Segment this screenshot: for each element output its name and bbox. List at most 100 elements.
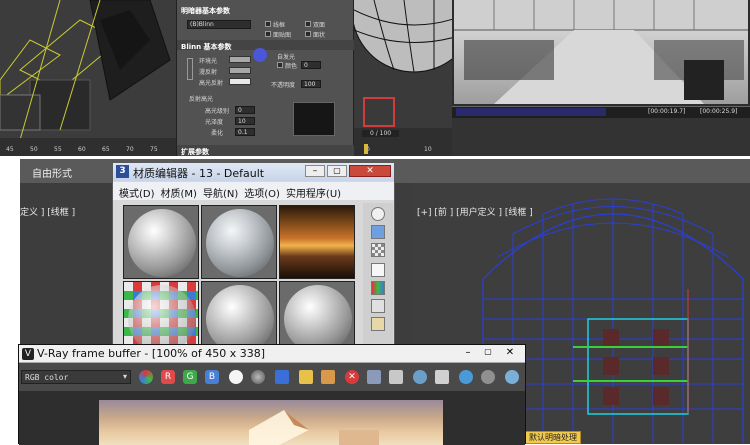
- duplicate-icon[interactable]: [321, 370, 335, 384]
- self-illum-color-checkbox[interactable]: [277, 62, 283, 68]
- soften-value[interactable]: 0.1: [235, 128, 255, 136]
- faceted-label: 面状: [313, 32, 326, 39]
- region-render-icon[interactable]: [367, 370, 381, 384]
- diffuse-swatch[interactable]: [229, 67, 251, 74]
- make-preview-icon[interactable]: [371, 299, 385, 313]
- menu-navigation[interactable]: 导航(N): [203, 185, 238, 200]
- background-icon[interactable]: [371, 243, 385, 257]
- shading-caption: 默认明暗处理: [525, 431, 581, 444]
- ruler-ticks: 45 50 55 60 65 70 75: [0, 146, 176, 156]
- material-slot-2[interactable]: [201, 205, 277, 279]
- vfb-close-button[interactable]: ✕: [501, 347, 519, 359]
- wire-label: 线框: [273, 22, 286, 29]
- extended-section-title[interactable]: 扩展参数: [181, 147, 209, 157]
- maximize-button[interactable]: ▢: [327, 165, 347, 177]
- sample-type-icon[interactable]: [371, 207, 385, 221]
- mono-icon[interactable]: [251, 370, 265, 384]
- face-map-checkbox[interactable]: [265, 31, 271, 37]
- render-icon[interactable]: [413, 370, 427, 384]
- opacity-value[interactable]: 100: [301, 80, 321, 88]
- backlight-icon[interactable]: [371, 225, 385, 239]
- specular-swatch[interactable]: [229, 78, 251, 85]
- teapot-render-icon[interactable]: [505, 370, 519, 384]
- follow-mouse-icon[interactable]: [389, 370, 403, 384]
- material-params-panel: 明暗器基本参数 (B)Blinn 线框 双面 面贴图 面状 Blinn 基本参数…: [176, 0, 355, 157]
- vfb-titlebar[interactable]: V V-Ray frame buffer - [100% of 450 x 33…: [19, 345, 525, 363]
- green-channel-button[interactable]: G: [183, 370, 197, 384]
- channel-select[interactable]: RGB color: [21, 370, 131, 384]
- highlight-curve-preview: [293, 102, 335, 136]
- rendered-image: [99, 400, 443, 445]
- blue-channel-button[interactable]: B: [205, 370, 219, 384]
- wire-checkbox[interactable]: [265, 21, 271, 27]
- specular-label: 高光反射: [199, 80, 224, 87]
- specular-highlights-label: 反射高光: [189, 96, 214, 103]
- self-illum-color-label: 颜色: [285, 63, 298, 70]
- viewport-top-middle[interactable]: 0 / 100 0 10: [351, 0, 477, 156]
- vfb-toolbar: RGB color ▾ R G B ✕: [19, 363, 525, 391]
- soften-label: 柔化: [211, 130, 224, 137]
- tick: 45: [6, 146, 14, 153]
- shader-dropdown[interactable]: (B)Blinn: [187, 20, 251, 29]
- ambient-label: 环境光: [199, 58, 218, 65]
- material-editor-window: 3 材质编辑器 - 13 - Default – ▢ ✕ 模式(D) 材质(M)…: [112, 162, 395, 355]
- save-image-icon[interactable]: [275, 370, 289, 384]
- two-sided-checkbox[interactable]: [305, 21, 311, 27]
- viewport-top-left[interactable]: 45 50 55 60 65 70 75: [0, 0, 176, 156]
- material-editor-menubar: 模式(D) 材质(M) 导航(N) 选项(O) 实用程序(U): [113, 182, 394, 200]
- uv-tiling-icon[interactable]: [371, 263, 385, 277]
- viewport-label[interactable]: 定义 ] [线框 ]: [20, 205, 75, 218]
- show-corrections-icon[interactable]: [459, 370, 473, 384]
- channel-dropdown-arrow-icon: ▾: [123, 372, 128, 381]
- shader-section-title[interactable]: 明暗器基本参数: [181, 6, 230, 16]
- time-slider-handle[interactable]: [364, 144, 368, 154]
- vfb-maximize-button[interactable]: ▢: [479, 347, 497, 359]
- vray-logo-icon: V: [22, 348, 34, 360]
- menu-material[interactable]: 材质(M): [161, 185, 197, 200]
- gloss-label: 光泽度: [205, 119, 224, 126]
- tick: 10: [424, 146, 432, 153]
- viewport-top-right[interactable]: [00:00:19.7] [00:00:25.9]: [452, 0, 750, 156]
- close-button[interactable]: ✕: [349, 165, 391, 177]
- video-color-check-icon[interactable]: [371, 281, 385, 295]
- faceted-checkbox[interactable]: [305, 31, 311, 37]
- opacity-label: 不透明度: [271, 82, 296, 89]
- options-icon[interactable]: [371, 317, 385, 331]
- menu-mode[interactable]: 模式(D): [119, 185, 155, 200]
- cursor-highlight-icon: [253, 48, 267, 62]
- spec-level-value[interactable]: 0: [235, 106, 255, 114]
- material-editor-titlebar[interactable]: 3 材质编辑器 - 13 - Default – ▢ ✕: [113, 163, 394, 181]
- vfb-minimize-button[interactable]: –: [459, 347, 477, 359]
- gloss-value[interactable]: 10: [235, 117, 255, 125]
- frame-counter[interactable]: 0 / 100: [362, 130, 400, 137]
- menu-utilities[interactable]: 实用程序(U): [286, 185, 341, 200]
- material-slot-3-sunset[interactable]: [279, 205, 355, 279]
- blinn-section-title[interactable]: Blinn 基本参数: [181, 42, 232, 52]
- vfb-title: V-Ray frame buffer - [100% of 450 x 338]: [37, 347, 266, 360]
- minimize-button[interactable]: –: [305, 165, 325, 177]
- color-channels-icon[interactable]: [139, 370, 153, 384]
- red-channel-button[interactable]: R: [161, 370, 175, 384]
- tick: 65: [102, 146, 110, 153]
- render-status-left: [00:00:19.7]: [648, 108, 686, 115]
- app-3ds-icon: 3: [116, 165, 129, 178]
- self-illum-value[interactable]: 0: [301, 61, 321, 69]
- menu-options[interactable]: 选项(O): [244, 185, 280, 200]
- side-toolbar: [363, 203, 393, 345]
- diffuse-label: 漫反射: [199, 69, 218, 76]
- ambient-swatch[interactable]: [229, 56, 251, 63]
- alpha-channel-icon[interactable]: [229, 370, 243, 384]
- tick: 55: [54, 146, 62, 153]
- link-to-3dsmax-icon[interactable]: [435, 370, 449, 384]
- face-map-label: 面贴图: [273, 32, 292, 39]
- render-preview-image: [454, 0, 748, 104]
- spec-level-label: 高光级别: [205, 108, 230, 115]
- tick: 70: [126, 146, 134, 153]
- freeform-tab[interactable]: 自由形式: [32, 165, 72, 180]
- tick: 60: [78, 146, 86, 153]
- material-slot-1[interactable]: [123, 205, 199, 279]
- load-image-icon[interactable]: [299, 370, 313, 384]
- clear-image-icon[interactable]: ✕: [345, 370, 359, 384]
- lens-effects-icon[interactable]: [481, 370, 495, 384]
- render-status-right: [00:00:25.9]: [700, 108, 738, 115]
